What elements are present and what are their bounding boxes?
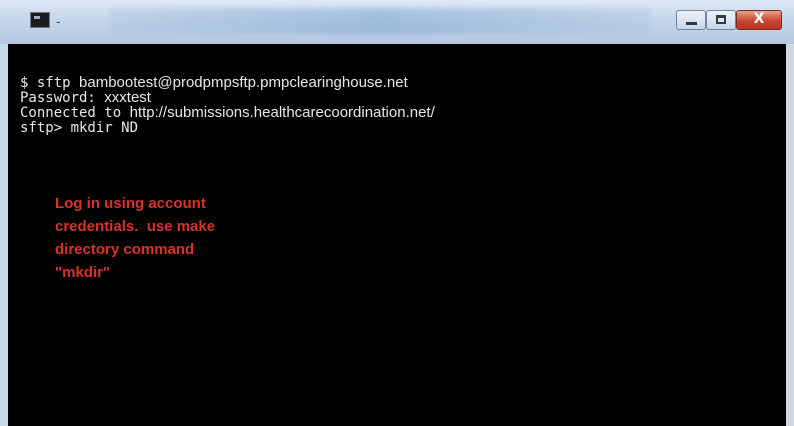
maximize-icon bbox=[716, 15, 726, 24]
window-title: - bbox=[56, 13, 61, 29]
terminal-line-mkdir: sftp> mkdir ND bbox=[20, 119, 435, 136]
annotation-line: Log in using account bbox=[55, 195, 206, 212]
title-bar[interactable]: - X bbox=[0, 0, 794, 44]
vertical-scrollbar[interactable] bbox=[786, 44, 794, 426]
maximize-button[interactable] bbox=[706, 10, 736, 30]
annotation-line: "mkdir" bbox=[55, 264, 111, 281]
close-button[interactable]: X bbox=[736, 10, 782, 30]
minimize-icon bbox=[686, 22, 697, 25]
minimize-button[interactable] bbox=[676, 10, 706, 30]
terminal-window: - X $ sftp bambootest@prodpmpsftp.pmpcle… bbox=[0, 0, 794, 426]
console-icon[interactable] bbox=[30, 12, 50, 28]
annotation-line: directory command bbox=[55, 241, 195, 258]
instruction-annotation: Log in using account credentials. use ma… bbox=[55, 192, 315, 284]
terminal-line-connected: Connected to http://submissions.healthca… bbox=[20, 104, 435, 121]
terminal-output[interactable]: $ sftp bambootest@prodpmpsftp.pmpclearin… bbox=[8, 44, 786, 426]
terminal-line-url: http://submissions.healthcarecoordinatio… bbox=[129, 104, 435, 121]
close-icon: X bbox=[753, 11, 765, 27]
title-bar-blurred-area bbox=[110, 8, 650, 34]
terminal-line-sftp-command: $ sftp bambootest@prodpmpsftp.pmpclearin… bbox=[20, 74, 435, 91]
terminal-line-password: Password: xxxtest bbox=[20, 89, 435, 106]
terminal-lines: $ sftp bambootest@prodpmpsftp.pmpclearin… bbox=[20, 74, 435, 136]
terminal-line-prefix: sftp> mkdir ND bbox=[20, 120, 139, 136]
annotation-line: credentials. use make bbox=[55, 218, 216, 235]
